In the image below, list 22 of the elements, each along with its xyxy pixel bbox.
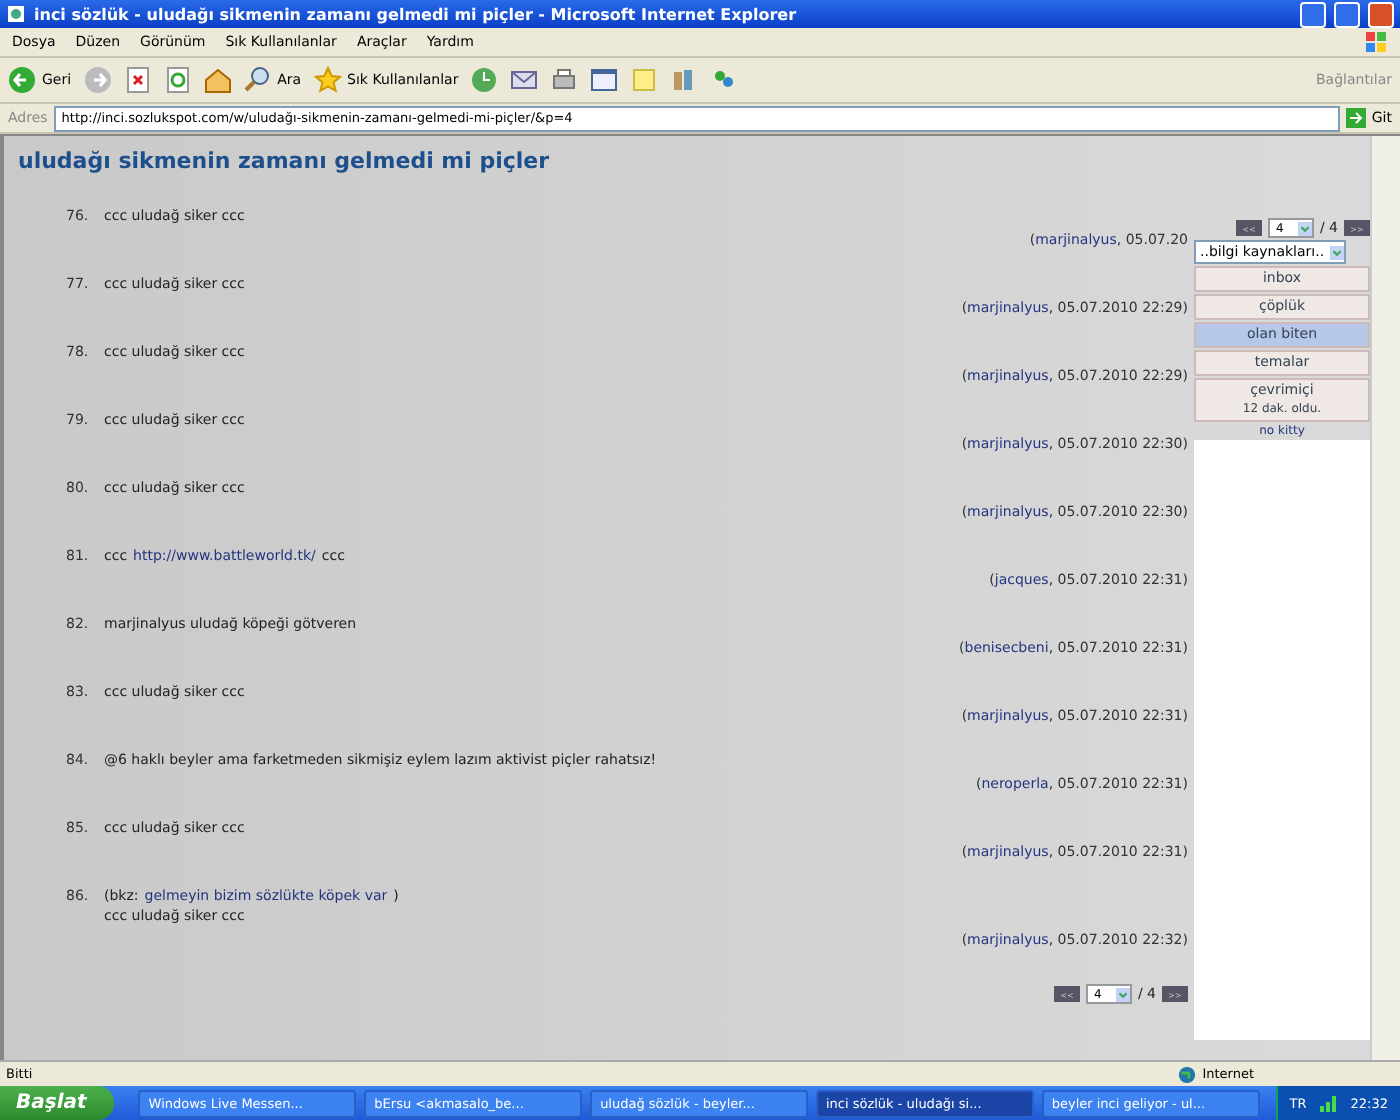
- print-icon[interactable]: [550, 66, 579, 94]
- minimize-button[interactable]: [1300, 1, 1326, 27]
- star-icon: [313, 66, 342, 94]
- page-icon: [6, 4, 26, 24]
- refresh-icon[interactable]: [163, 66, 192, 94]
- dropdown-arrow-icon: [1297, 221, 1312, 235]
- home-icon[interactable]: [203, 66, 232, 94]
- close-button[interactable]: [1368, 1, 1394, 27]
- go-arrow-icon: [1345, 108, 1366, 128]
- dropdown-arrow-icon: [1115, 987, 1130, 1001]
- page-heading: uludağı sikmenin zamanı gelmedi mi piçler: [18, 148, 550, 174]
- signal-icon[interactable]: [1318, 1093, 1339, 1113]
- maximize-button[interactable]: [1334, 1, 1360, 27]
- stop-icon[interactable]: [123, 66, 152, 94]
- window-title: inci sözlük - uludağı sikmenin zamanı gelmedi mi piçler - Microsoft Internet Explorer: [34, 5, 799, 23]
- mail-icon[interactable]: [510, 66, 539, 94]
- globe-icon: [1178, 1065, 1197, 1083]
- windows-flag-icon: [1364, 30, 1388, 54]
- dropdown-arrow-icon: [1330, 245, 1344, 259]
- history-icon[interactable]: [470, 66, 499, 94]
- scrollbar[interactable]: [1370, 136, 1400, 1060]
- search-icon: [243, 66, 272, 94]
